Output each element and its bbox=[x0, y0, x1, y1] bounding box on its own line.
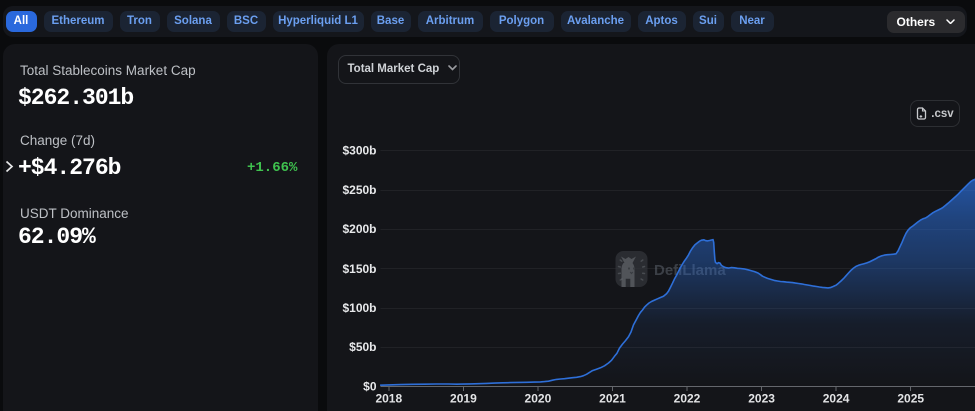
svg-text:2022: 2022 bbox=[673, 392, 700, 406]
svg-text:2020: 2020 bbox=[524, 392, 551, 406]
svg-text:2018: 2018 bbox=[375, 392, 402, 406]
svg-text:$100b: $100b bbox=[342, 301, 376, 315]
svg-text:$300b: $300b bbox=[342, 144, 376, 158]
svg-text:$150b: $150b bbox=[342, 262, 376, 276]
svg-text:2021: 2021 bbox=[599, 392, 626, 406]
svg-text:2024: 2024 bbox=[822, 392, 849, 406]
svg-text:$200b: $200b bbox=[342, 222, 376, 236]
svg-text:$250b: $250b bbox=[342, 183, 376, 197]
svg-text:$50b: $50b bbox=[349, 340, 376, 354]
svg-text:2025: 2025 bbox=[897, 392, 924, 406]
svg-text:2023: 2023 bbox=[748, 392, 775, 406]
svg-text:2019: 2019 bbox=[450, 392, 477, 406]
